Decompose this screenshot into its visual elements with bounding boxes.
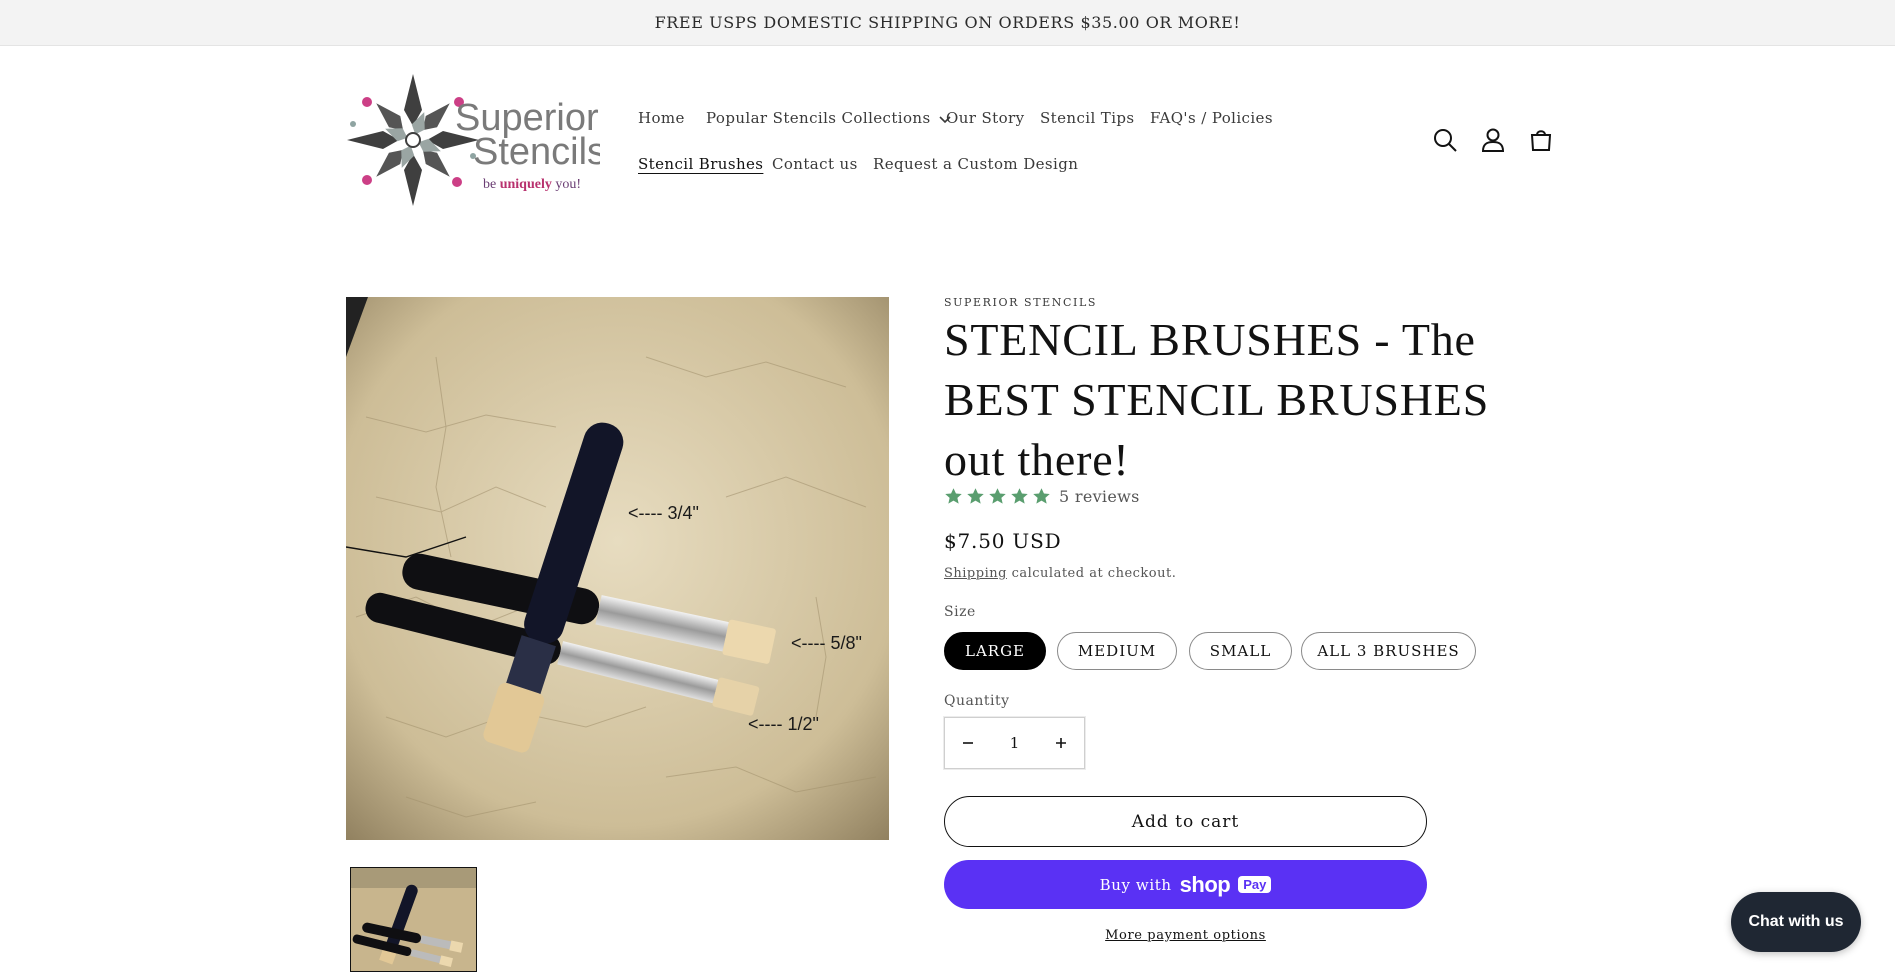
- nav-faq-policies[interactable]: FAQ's / Policies: [1150, 109, 1273, 127]
- announcement-text: FREE USPS DOMESTIC SHIPPING ON ORDERS $3…: [654, 13, 1241, 32]
- cart-icon[interactable]: [1527, 126, 1555, 154]
- nav-contact-us[interactable]: Contact us: [772, 155, 858, 173]
- nav-popular-label: Popular Stencils Collections: [706, 109, 931, 127]
- logo-flower-icon: [347, 74, 479, 206]
- shipping-link[interactable]: Shipping: [944, 566, 1007, 581]
- size-option-large[interactable]: LARGE: [944, 632, 1046, 670]
- star-icon: [989, 488, 1006, 504]
- nav-home[interactable]: Home: [638, 109, 685, 127]
- add-to-cart-button[interactable]: Add to cart: [944, 796, 1427, 847]
- shipping-note: Shipping calculated at checkout.: [944, 566, 1176, 581]
- quantity-input[interactable]: 1: [995, 734, 1035, 752]
- product-price: $7.50 USD: [944, 529, 1062, 553]
- minus-icon: [963, 742, 973, 744]
- nav-popular-stencils-collections[interactable]: Popular Stencils Collections: [706, 109, 951, 128]
- size-option-all-3-brushes[interactable]: ALL 3 BRUSHES: [1301, 632, 1476, 670]
- star-icon: [967, 488, 984, 504]
- quantity-label: Quantity: [944, 693, 1010, 709]
- plus-icon: [1056, 738, 1066, 748]
- rating-stars: [944, 487, 1051, 506]
- more-payment-options-link[interactable]: More payment options: [944, 928, 1427, 943]
- reviews-count[interactable]: 5 reviews: [1059, 487, 1140, 506]
- nav-request-custom-design[interactable]: Request a Custom Design: [873, 155, 1078, 173]
- store-logo[interactable]: Superior Stencils be uniquely you!: [345, 72, 600, 208]
- logo-text-stencils: Stencils: [473, 131, 600, 173]
- quantity-increase-button[interactable]: [1038, 718, 1084, 768]
- star-icon: [1011, 488, 1028, 504]
- product-thumbnail[interactable]: [350, 867, 477, 972]
- buy-with-shop-pay-button[interactable]: Buy with shop Pay: [944, 860, 1427, 909]
- star-icon: [945, 488, 962, 504]
- product-main-image[interactable]: <---- 3/4" <---- 5/8" <---- 1/2": [346, 297, 889, 840]
- image-label-large: <---- 3/4": [628, 503, 699, 523]
- product-rating[interactable]: 5 reviews: [944, 487, 1140, 506]
- logo-tagline: be uniquely you!: [483, 177, 581, 192]
- nav-stencil-brushes[interactable]: Stencil Brushes: [638, 155, 763, 173]
- star-icon: [1033, 488, 1050, 504]
- quantity-decrease-button[interactable]: [945, 718, 991, 768]
- chat-with-us-button[interactable]: Chat with us: [1731, 892, 1861, 952]
- nav-our-story[interactable]: Our Story: [946, 109, 1024, 127]
- image-label-medium: <---- 5/8": [791, 633, 862, 653]
- account-icon[interactable]: [1479, 126, 1507, 154]
- nav-stencil-tips[interactable]: Stencil Tips: [1040, 109, 1135, 127]
- product-vendor: SUPERIOR STENCILS: [944, 296, 1097, 309]
- pay-badge: Pay: [1238, 876, 1272, 893]
- size-option-medium[interactable]: MEDIUM: [1057, 632, 1177, 670]
- size-label: Size: [944, 604, 976, 620]
- product-title: STENCIL BRUSHES - The BEST STENCIL BRUSH…: [944, 314, 1490, 485]
- shipping-note-text: calculated at checkout.: [1006, 566, 1177, 581]
- quantity-stepper: 1: [944, 717, 1085, 769]
- size-option-small[interactable]: SMALL: [1189, 632, 1292, 670]
- buy-with-label: Buy with: [1099, 875, 1172, 894]
- announcement-bar: FREE USPS DOMESTIC SHIPPING ON ORDERS $3…: [0, 0, 1895, 46]
- search-icon[interactable]: [1431, 126, 1459, 154]
- image-label-small: <---- 1/2": [748, 714, 819, 734]
- shop-pay-logo: shop: [1179, 871, 1231, 897]
